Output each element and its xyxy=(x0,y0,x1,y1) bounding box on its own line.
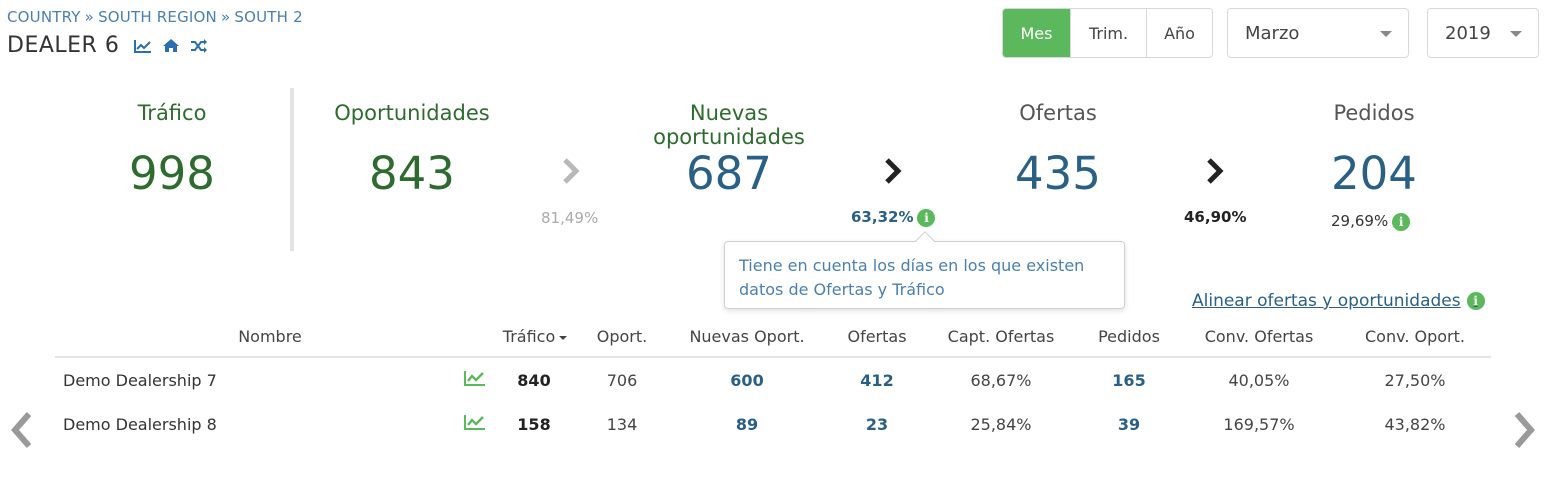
row-conv-ofertas: 169,57% xyxy=(1223,415,1295,434)
metric-ofertas-value: 435 xyxy=(1015,147,1101,200)
info-icon[interactable]: i xyxy=(1392,212,1411,231)
row-nuevas[interactable]: 89 xyxy=(707,415,787,434)
conversion-pedidos-value: 29,69% xyxy=(1331,212,1389,230)
month-select[interactable]: Marzo xyxy=(1227,8,1409,58)
metric-trafico: Tráfico 998 xyxy=(72,101,272,199)
header-nuevas[interactable]: Nuevas Oport. xyxy=(677,327,817,346)
breadcrumb-separator: » xyxy=(220,8,231,26)
metric-ofertas-label: Ofertas xyxy=(1019,101,1097,125)
header-trafico[interactable]: Tráfico xyxy=(485,327,585,346)
metric-nuevas-value: 687 xyxy=(686,147,772,200)
chevron-right-icon xyxy=(885,158,902,184)
row-oport: 706 xyxy=(606,371,638,390)
metric-oportunidades-label: Oportunidades xyxy=(334,101,490,125)
row-capt: 68,67% xyxy=(970,371,1032,390)
row-conv-oport: 43,82% xyxy=(1384,415,1446,434)
metric-trafico-label: Tráfico xyxy=(137,101,207,125)
row-pedidos[interactable]: 165 xyxy=(1089,371,1169,390)
breadcrumb: COUNTRY» SOUTH REGION» SOUTH 2 xyxy=(7,8,303,26)
row-capt: 25,84% xyxy=(970,415,1032,434)
tooltip-arrow xyxy=(915,231,935,251)
info-tooltip: Tiene en cuenta los días en los que exis… xyxy=(724,231,1125,309)
row-conv-oport: 27,50% xyxy=(1384,371,1446,390)
row-name: Demo Dealership 8 xyxy=(63,415,217,434)
year-select-value: 2019 xyxy=(1445,22,1491,44)
header-trafico-label: Tráfico xyxy=(502,327,556,346)
metric-pedidos-label: Pedidos xyxy=(1333,101,1415,125)
chevron-down-icon xyxy=(1380,31,1392,37)
conversion-pedidos: 29,69% i xyxy=(1331,212,1411,231)
header-pedidos[interactable]: Pedidos xyxy=(1079,327,1179,346)
header-capt[interactable]: Capt. Ofertas xyxy=(931,327,1071,346)
chevron-right-icon xyxy=(563,158,580,184)
table-row: Demo Dealership 8 158 134 89 23 25,84% 3… xyxy=(55,402,1491,446)
line-chart-icon[interactable] xyxy=(133,38,153,54)
chevron-right-icon xyxy=(1207,158,1224,184)
info-icon[interactable]: i xyxy=(917,208,936,227)
row-pedidos[interactable]: 39 xyxy=(1089,415,1169,434)
info-icon[interactable]: i xyxy=(1466,292,1485,310)
year-select[interactable]: 2019 xyxy=(1427,8,1539,58)
breadcrumb-south-region[interactable]: SOUTH REGION xyxy=(98,8,217,26)
period-toggle: Mes Trim. Año xyxy=(1002,8,1213,58)
metric-oportunidades-value: 843 xyxy=(369,147,455,200)
conversion-nuevas-to-ofertas: 63,32% i xyxy=(851,208,936,227)
shuffle-icon[interactable] xyxy=(189,38,209,54)
dealers-table: Nombre Tráfico Oport. Nuevas Oport. Ofer… xyxy=(55,322,1491,446)
page-title: DEALER 6 xyxy=(7,33,120,58)
header-nombre[interactable]: Nombre xyxy=(185,327,355,346)
metric-nuevas-label: Nuevas oportunidades xyxy=(653,101,805,149)
row-nuevas[interactable]: 600 xyxy=(707,371,787,390)
tooltip-text: Tiene en cuenta los días en los que exis… xyxy=(739,256,1085,299)
header-conv-ofertas[interactable]: Conv. Ofertas xyxy=(1189,327,1329,346)
sort-desc-icon xyxy=(559,335,568,340)
metric-nuevas: Nuevas oportunidades 687 xyxy=(629,101,829,199)
title-icons xyxy=(133,38,209,54)
metric-pedidos: Pedidos 204 xyxy=(1274,101,1474,199)
row-name: Demo Dealership 7 xyxy=(63,371,217,390)
previous-arrow-icon[interactable] xyxy=(8,410,36,450)
metric-ofertas: Ofertas 435 xyxy=(958,101,1158,199)
line-chart-icon[interactable] xyxy=(464,414,486,430)
line-chart-icon[interactable] xyxy=(464,370,486,386)
chevron-down-icon xyxy=(1510,31,1522,37)
breadcrumb-separator: » xyxy=(84,8,95,26)
period-quarter-button[interactable]: Trim. xyxy=(1070,9,1146,57)
row-ofertas[interactable]: 412 xyxy=(837,371,917,390)
conversion-oport-to-nuevas: 81,49% xyxy=(541,209,599,227)
table-row: Demo Dealership 7 840 706 600 412 68,67%… xyxy=(55,358,1491,402)
row-trafico: 840 xyxy=(517,371,551,390)
row-conv-ofertas: 40,05% xyxy=(1228,371,1290,390)
breadcrumb-country[interactable]: COUNTRY xyxy=(7,8,81,26)
header-conv-oport[interactable]: Conv. Oport. xyxy=(1345,327,1485,346)
row-oport: 134 xyxy=(606,415,638,434)
conversion-ofertas-to-pedidos: 46,90% xyxy=(1184,208,1247,226)
table-header: Nombre Tráfico Oport. Nuevas Oport. Ofer… xyxy=(55,322,1491,358)
month-select-value: Marzo xyxy=(1245,22,1300,44)
breadcrumb-south-2[interactable]: SOUTH 2 xyxy=(234,8,302,26)
align-offers-link-label[interactable]: Alinear ofertas y oportunidades xyxy=(1192,291,1461,311)
header-oport[interactable]: Oport. xyxy=(582,327,662,346)
metric-oportunidades: Oportunidades 843 xyxy=(312,101,512,199)
period-month-button[interactable]: Mes xyxy=(1003,9,1070,57)
title-row: DEALER 6 xyxy=(7,33,209,58)
row-ofertas[interactable]: 23 xyxy=(837,415,917,434)
home-icon[interactable] xyxy=(161,38,181,54)
period-year-button[interactable]: Año xyxy=(1146,9,1212,57)
header-ofertas[interactable]: Ofertas xyxy=(827,327,927,346)
align-offers-link[interactable]: Alinear ofertas y oportunidades i xyxy=(1192,291,1485,311)
conversion-nuevas-to-ofertas-value: 63,32% xyxy=(851,208,914,226)
metric-trafico-value: 998 xyxy=(129,147,215,200)
metric-pedidos-value: 204 xyxy=(1331,147,1417,200)
metric-divider xyxy=(290,88,294,251)
row-trafico: 158 xyxy=(517,415,551,434)
next-arrow-icon[interactable] xyxy=(1510,410,1538,450)
